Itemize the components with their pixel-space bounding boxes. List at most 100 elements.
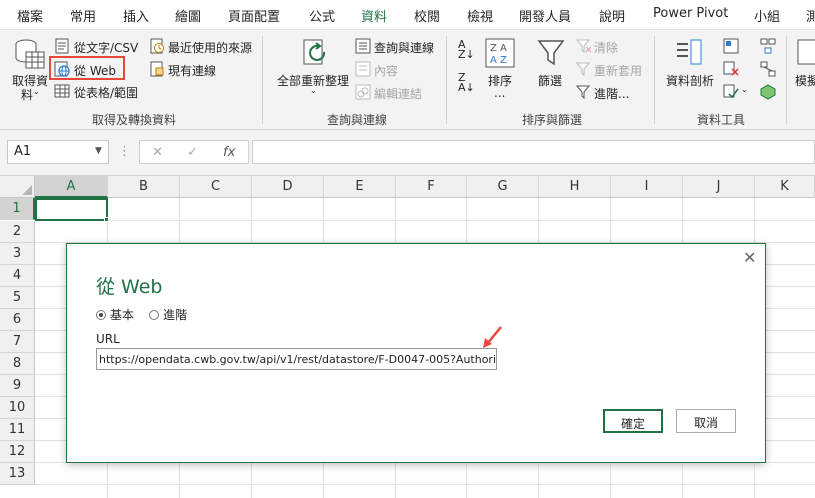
tab-formulas[interactable]: 公式 — [309, 6, 335, 25]
more-options-icon: ⋮ — [118, 144, 131, 159]
tab-team[interactable]: 小組 — [754, 6, 780, 25]
edit-links-label: 編輯連結 — [374, 87, 423, 101]
url-label: URL — [96, 332, 120, 346]
formula-input[interactable] — [252, 140, 815, 164]
grid-line — [35, 484, 815, 485]
tab-file[interactable]: 檔案 — [17, 6, 43, 25]
column-header[interactable]: F — [396, 176, 467, 198]
consolidate-icon[interactable] — [760, 38, 776, 54]
reapply-label: 重新套用 — [594, 64, 643, 78]
row-header[interactable]: 8 — [0, 353, 35, 375]
row-header[interactable]: 9 — [0, 375, 35, 397]
tab-page-layout[interactable]: 頁面配置 — [228, 6, 280, 25]
sort-dialog-icon: Z A A Z — [485, 38, 515, 68]
row-header[interactable]: 5 — [0, 287, 35, 309]
row-header[interactable]: 1 — [0, 198, 35, 220]
svg-text:Z A: Z A — [490, 43, 507, 54]
active-cell-a1[interactable] — [35, 198, 108, 221]
column-header[interactable]: H — [539, 176, 611, 198]
column-header[interactable]: J — [683, 176, 755, 198]
data-tools-group-label: 資料工具 — [697, 113, 746, 127]
fill-handle[interactable] — [104, 217, 109, 222]
column-header[interactable]: D — [252, 176, 324, 198]
from-web-dialog: ✕ 從 Web 基本 進階 URL https://opendata.cwb.g… — [66, 243, 766, 463]
confirm-entry-icon[interactable]: ✓ — [187, 145, 198, 160]
data-model-icon[interactable] — [760, 84, 776, 100]
filter-label: 篩選 — [538, 74, 563, 88]
column-header[interactable]: G — [467, 176, 539, 198]
column-header[interactable]: K — [755, 176, 815, 198]
properties-label: 內容 — [374, 64, 399, 78]
what-if-label: 模擬 — [795, 74, 815, 88]
formula-buttons: ✕ ✓ fx — [139, 140, 249, 164]
get-data-label-2: 料 — [21, 88, 34, 102]
filter-funnel-icon — [537, 40, 565, 66]
group-separator — [654, 36, 655, 124]
from-csv-label: 從文字/CSV — [74, 41, 139, 55]
tab-draw[interactable]: 繪圖 — [175, 6, 201, 25]
close-icon[interactable]: ✕ — [743, 248, 756, 267]
radio-basic-label: 基本 — [110, 308, 135, 322]
tab-more[interactable]: 測 — [806, 6, 815, 25]
remove-duplicates-icon[interactable] — [723, 61, 739, 77]
name-box[interactable]: A1 — [7, 140, 109, 164]
url-value: https://opendata.cwb.gov.tw/api/v1/rest/… — [99, 353, 497, 366]
table-icon — [54, 84, 70, 98]
relationships-icon[interactable] — [760, 61, 776, 77]
clear-filter-label: 清除 — [594, 41, 619, 55]
tab-help[interactable]: 說明 — [599, 6, 625, 25]
edit-links-icon — [355, 84, 371, 100]
formula-bar: A1 ▼ ⋮ ✕ ✓ fx — [0, 130, 815, 176]
select-all-triangle-icon — [22, 185, 32, 195]
database-icon — [15, 39, 45, 69]
queries-group-label: 查詢與連線 — [327, 113, 388, 127]
row-header[interactable]: 3 — [0, 243, 35, 265]
cancel-entry-icon[interactable]: ✕ — [152, 145, 163, 160]
url-input[interactable]: https://opendata.cwb.gov.tw/api/v1/rest/… — [96, 348, 497, 370]
tab-view[interactable]: 檢視 — [467, 6, 493, 25]
existing-connections-label: 現有連線 — [168, 64, 217, 78]
row-header[interactable]: 2 — [0, 221, 35, 243]
tab-developer[interactable]: 開發人員 — [519, 6, 571, 25]
chevron-down-icon: ⌄ — [741, 85, 748, 94]
recent-sources-label: 最近使用的來源 — [168, 41, 253, 55]
insert-function-icon[interactable]: fx — [223, 145, 235, 160]
from-table-label: 從表格/範圍 — [74, 86, 139, 100]
queries-icon — [355, 38, 371, 54]
text-to-columns-label: 資料剖析 — [666, 74, 715, 88]
tab-power-pivot[interactable]: Power Pivot — [653, 6, 728, 21]
column-header[interactable]: C — [180, 176, 252, 198]
text-file-icon — [55, 38, 69, 54]
column-header[interactable]: I — [611, 176, 683, 198]
chevron-down-icon: ⌄ — [33, 87, 40, 96]
dialog-title: 從 Web — [96, 276, 163, 298]
advanced-filter-label: 進階... — [594, 87, 630, 101]
column-header[interactable]: E — [324, 176, 396, 198]
row-header[interactable]: 6 — [0, 309, 35, 331]
row-header[interactable]: 7 — [0, 331, 35, 353]
ribbon: 取得資 料 ⌄ 從文字/CSV 從 Web 從表格/範圍 最近使用的來源 現有連… — [0, 30, 815, 130]
tab-data[interactable]: 資料 — [358, 6, 390, 34]
radio-advanced[interactable]: 進階 — [149, 306, 187, 323]
menu-bar: 檔案 常用 插入 繪圖 頁面配置 公式 資料 校閱 檢視 開發人員 說明 Pow… — [0, 0, 815, 34]
data-validation-icon[interactable] — [723, 84, 739, 100]
what-if-icon — [797, 39, 815, 65]
get-transform-group-label: 取得及轉換資料 — [92, 113, 177, 127]
group-separator — [262, 36, 263, 124]
cancel-button[interactable]: 取消 — [676, 409, 736, 433]
row-header[interactable]: 4 — [0, 265, 35, 287]
row-header[interactable]: 10 — [0, 397, 35, 419]
row-header[interactable]: 12 — [0, 441, 35, 463]
tab-review[interactable]: 校閱 — [414, 6, 440, 25]
ok-button[interactable]: 確定 — [603, 409, 663, 433]
sort-ellipsis: ... — [494, 86, 506, 100]
radio-basic[interactable]: 基本 — [96, 306, 134, 323]
flash-fill-icon[interactable] — [723, 38, 739, 54]
row-header[interactable]: 11 — [0, 419, 35, 441]
chevron-down-icon[interactable]: ▼ — [95, 140, 109, 164]
tab-insert[interactable]: 插入 — [123, 6, 149, 25]
row-header[interactable]: 13 — [0, 463, 35, 485]
column-header[interactable]: B — [108, 176, 180, 198]
tab-home[interactable]: 常用 — [70, 6, 96, 25]
column-header[interactable]: A — [35, 176, 108, 198]
